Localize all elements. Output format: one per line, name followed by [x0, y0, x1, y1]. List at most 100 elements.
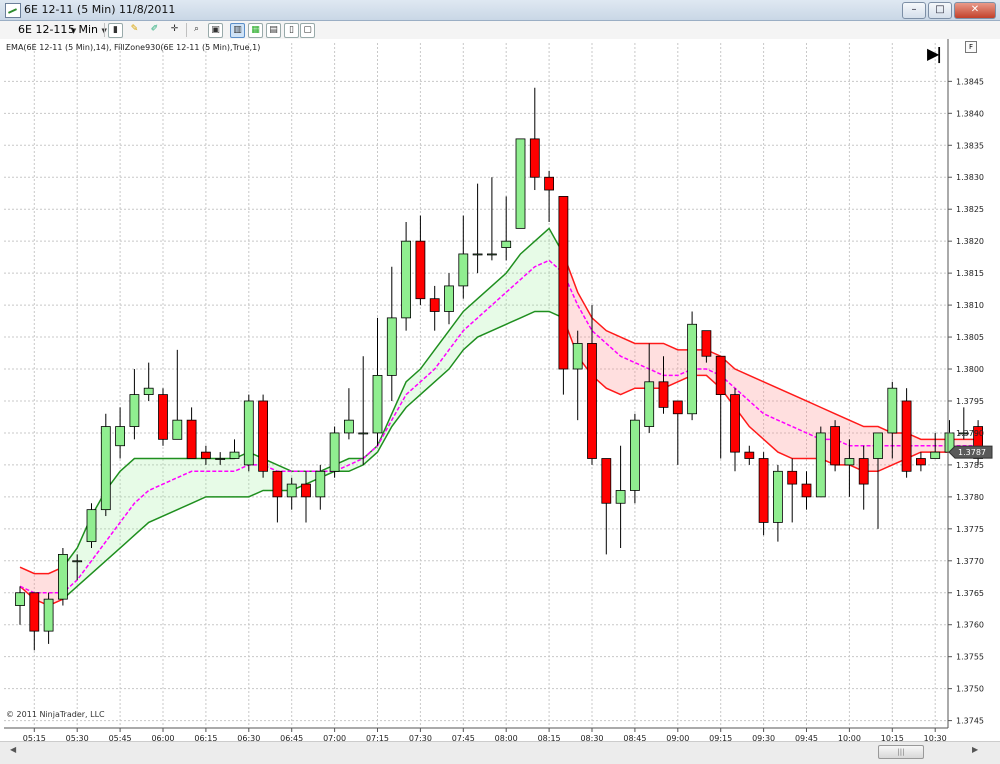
- candle-body: [229, 451, 240, 459]
- x-tick-label: 10:00: [838, 734, 861, 741]
- candle-body: [358, 432, 369, 435]
- candle-body: [687, 323, 697, 415]
- drawing-pencil-icon[interactable]: ✎: [128, 23, 141, 36]
- candle-body: [672, 400, 683, 415]
- x-tick-label: 10:30: [924, 734, 947, 741]
- strategies-icon[interactable]: ▤: [266, 23, 281, 38]
- marker-icon[interactable]: ✐: [148, 23, 161, 36]
- y-tick-label: 1.3800: [956, 365, 984, 374]
- x-tick-label: 08:30: [580, 734, 603, 741]
- y-tick-label: 1.3775: [956, 525, 984, 534]
- candle-body: [286, 483, 297, 498]
- candle-body: [272, 470, 283, 498]
- y-tick-label: 1.3830: [956, 173, 984, 182]
- y-tick-label: 1.3790: [956, 429, 984, 438]
- candle-body: [458, 253, 469, 287]
- y-tick-label: 1.3760: [956, 621, 984, 630]
- y-tick-label: 1.3835: [956, 141, 984, 150]
- chart-app-icon: [5, 3, 21, 18]
- candle-body: [515, 138, 526, 229]
- candle-body: [329, 432, 340, 472]
- candle-body: [715, 355, 726, 395]
- candle-body: [315, 470, 326, 498]
- candle-body: [858, 458, 869, 485]
- candle-body: [386, 317, 397, 376]
- x-tick-label: 06:45: [280, 734, 303, 741]
- crosshair-icon[interactable]: ✛: [168, 23, 181, 36]
- candle-body: [887, 387, 898, 434]
- candle-body: [372, 375, 383, 434]
- candle-body: [472, 253, 483, 256]
- x-tick-label: 07:45: [452, 734, 475, 741]
- candle-body: [630, 419, 640, 491]
- data-box-icon[interactable]: ▯: [284, 23, 299, 38]
- indicators-icon[interactable]: ▦: [248, 23, 263, 38]
- x-tick-label: 06:15: [194, 734, 217, 741]
- candle-body: [930, 451, 941, 459]
- y-tick-label: 1.3820: [956, 237, 984, 246]
- zoom-icon[interactable]: ⌕: [190, 23, 203, 36]
- candle-body: [15, 592, 25, 606]
- instrument-label: 6E 12-11: [18, 23, 68, 36]
- chart-panel[interactable]: 1.3745 1.3750 1.3755 1.3760 1.3765 1.3770 1.37…: [0, 39, 1000, 741]
- candle-body: [429, 298, 440, 312]
- candle-body: [143, 387, 154, 395]
- x-tick-label: 09:45: [795, 734, 818, 741]
- x-tick-label: 05:45: [109, 734, 132, 741]
- x-tick-label: 07:15: [366, 734, 389, 741]
- scroll-left-arrow-icon[interactable]: ◀: [10, 745, 16, 754]
- chart-toolbar: 6E 12-11 ▼ 5 Min ▼ ▮ ✎ ✐ ✛ ⌕ ▣ ▥ ▦ ▤ ▯ ▢: [0, 21, 1000, 40]
- candle-body: [587, 343, 597, 459]
- candle-body: [844, 458, 855, 466]
- candle-body: [529, 138, 540, 178]
- indicator-label: EMA(6E 12-11 (5 Min),14), FillZone930(6E…: [6, 43, 261, 52]
- toolbar-separator: [104, 23, 105, 37]
- interval-label: 5 Min: [68, 23, 99, 36]
- candle-body: [301, 483, 311, 498]
- x-tick-label: 08:45: [623, 734, 646, 741]
- scroll-to-end-icon[interactable]: ▶|: [927, 44, 942, 63]
- properties-icon[interactable]: ▣: [208, 23, 223, 38]
- candle-body: [730, 394, 740, 453]
- toolbar-separator: [186, 23, 187, 37]
- price-chart[interactable]: 1.3745 1.3750 1.3755 1.3760 1.3765 1.3770 1.37…: [0, 39, 1000, 741]
- candle-body: [486, 253, 497, 256]
- chart-style-icon[interactable]: ▥: [230, 23, 245, 38]
- y-tick-label: 1.3810: [956, 301, 984, 310]
- lower-band-line-green: [62, 310, 564, 600]
- current-price-label: 1.3787: [958, 448, 986, 457]
- x-tick-label: 10:15: [881, 734, 904, 741]
- scroll-right-arrow-icon[interactable]: ▶: [972, 745, 978, 754]
- y-tick-label: 1.3845: [956, 77, 984, 86]
- scrollbar-thumb[interactable]: |||: [878, 745, 924, 759]
- close-button[interactable]: ✕: [954, 2, 996, 19]
- bar-type-icon[interactable]: ▮: [108, 23, 123, 38]
- y-tick-label: 1.3780: [956, 493, 984, 502]
- minimize-button[interactable]: –: [902, 2, 926, 19]
- candle-body: [115, 426, 125, 447]
- candle-body: [43, 598, 54, 632]
- x-tick-label: 09:00: [666, 734, 689, 741]
- x-tick-label: 07:30: [409, 734, 432, 741]
- y-tick-label: 1.3805: [956, 333, 984, 342]
- interval-selector[interactable]: 5 Min ▼: [68, 22, 107, 37]
- candle-body: [172, 419, 183, 440]
- y-tick-label: 1.3750: [956, 685, 984, 694]
- candle-body: [343, 419, 354, 434]
- candle-body: [444, 285, 454, 312]
- candle-body: [601, 458, 612, 504]
- candle-body: [158, 394, 168, 440]
- horizontal-scrollbar[interactable]: ◀ ||| ▶: [0, 741, 1000, 764]
- candle-body: [558, 196, 569, 370]
- maximize-button[interactable]: □: [928, 2, 952, 19]
- y-tick-label: 1.3825: [956, 205, 984, 214]
- f-button[interactable]: F: [965, 41, 977, 53]
- candle-body: [215, 458, 226, 460]
- candle-body: [615, 490, 626, 504]
- x-tick-label: 07:00: [323, 734, 346, 741]
- window-linking-icon[interactable]: ▢: [300, 23, 315, 38]
- x-tick-label: 09:30: [752, 734, 775, 741]
- candle-body: [572, 343, 583, 370]
- candle-body: [873, 432, 883, 459]
- candle-body: [401, 240, 412, 319]
